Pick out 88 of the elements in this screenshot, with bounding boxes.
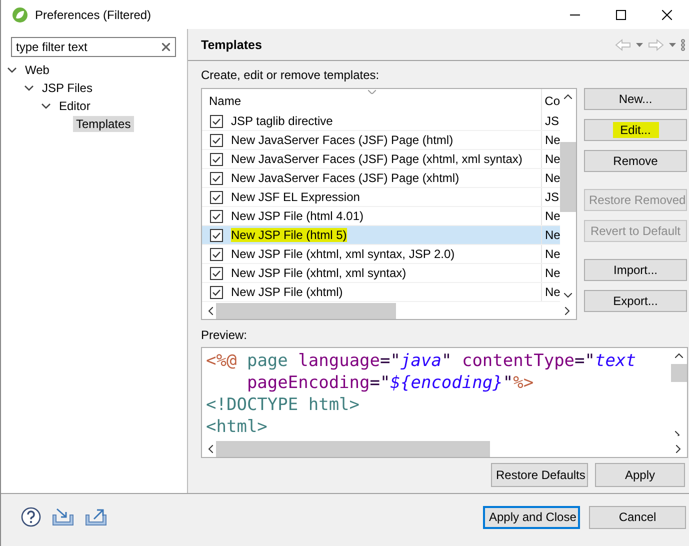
checkbox[interactable] xyxy=(210,210,223,222)
template-name: New JavaServer Faces (JSF) Page (html) xyxy=(231,133,454,147)
table-cell-text: Ne xyxy=(544,171,560,185)
chevron-icon[interactable] xyxy=(24,85,34,91)
scroll-left-icon[interactable] xyxy=(208,307,213,315)
checkbox[interactable] xyxy=(210,134,223,146)
scroll-up-icon[interactable] xyxy=(564,94,572,99)
filter-field[interactable]: type filter text xyxy=(11,37,176,57)
close-icon[interactable] xyxy=(662,10,672,20)
chevron-icon[interactable] xyxy=(41,103,51,109)
tree-item[interactable]: Templates xyxy=(73,116,134,132)
page-title: Templates xyxy=(201,38,262,52)
dropdown-icon[interactable] xyxy=(669,42,676,46)
scroll-thumb[interactable] xyxy=(216,303,396,319)
scroll-thumb[interactable] xyxy=(671,364,687,382)
table-cell-text: Ne xyxy=(544,266,560,280)
checkbox[interactable] xyxy=(210,286,223,298)
description-text: Create, edit or remove templates: xyxy=(201,68,380,84)
table-row[interactable]: New JavaServer Faces (JSF) Page (xhtml, xml syntax) Ne xyxy=(202,150,560,169)
chevron-icon[interactable] xyxy=(7,67,17,73)
template-name: New JSP File (xhtml, xml syntax) xyxy=(231,266,406,280)
scroll-down-icon[interactable] xyxy=(564,293,572,298)
help-icon[interactable] xyxy=(21,507,41,527)
template-name: New JSF EL Expression xyxy=(231,190,360,204)
dialog-button[interactable]: Cancel xyxy=(589,506,686,528)
table-row[interactable]: New JSP File (xhtml, xml syntax, JSP 2.0) Ne xyxy=(202,245,560,264)
table-cell-text: JS xyxy=(544,190,560,204)
side-button[interactable]: Edit... xyxy=(584,119,687,141)
column-header[interactable]: Name xyxy=(202,89,542,112)
table-row[interactable]: New JSP File (xhtml) Ne xyxy=(202,283,560,302)
export-icon[interactable] xyxy=(85,508,107,526)
page-button[interactable]: Apply xyxy=(595,463,685,487)
window-title: Preferences (Filtered) xyxy=(35,8,152,22)
code-line: <%@ page language="java" contentType="text xyxy=(206,350,637,372)
table-row[interactable]: JSP taglib directive JS xyxy=(202,112,560,131)
clear-icon[interactable] xyxy=(162,43,170,51)
scroll-thumb[interactable] xyxy=(560,142,576,212)
template-name: New JavaServer Faces (JSF) Page (xhtml, xml syntax) xyxy=(231,152,522,166)
template-name: New JavaServer Faces (JSF) Page (xhtml) xyxy=(231,171,460,185)
scroll-right-icon[interactable] xyxy=(676,445,681,453)
page-button[interactable]: Restore Defaults xyxy=(491,463,588,487)
template-name: New JSP File (xhtml, xml syntax, JSP 2.0) xyxy=(231,247,455,261)
table-cell-text: JS xyxy=(544,114,560,128)
checkbox[interactable] xyxy=(210,114,223,128)
tree-item[interactable]: JSP Files xyxy=(39,80,96,96)
scroll-right-icon[interactable] xyxy=(565,307,570,315)
dropdown-icon[interactable] xyxy=(636,42,643,46)
sort-caret-icon xyxy=(368,90,376,94)
table-row[interactable]: New JSF EL Expression JS xyxy=(202,188,560,207)
scroll-thumb[interactable] xyxy=(216,441,490,457)
checkbox[interactable] xyxy=(210,248,223,260)
side-button[interactable]: Remove xyxy=(584,150,687,172)
checkbox[interactable] xyxy=(210,266,223,280)
checkbox[interactable] xyxy=(210,228,223,242)
scroll-up-icon[interactable] xyxy=(675,353,683,358)
checkbox[interactable] xyxy=(210,190,223,204)
table-cell-text: Ne xyxy=(544,285,560,299)
code-line: pageEncoding="${encoding}"%> xyxy=(246,372,535,394)
table-cell-text: Ne xyxy=(544,152,560,166)
table-cell-text: Ne xyxy=(544,133,560,147)
tree-item[interactable]: Web xyxy=(22,62,52,78)
checkbox[interactable] xyxy=(210,152,223,166)
template-name: New JSP File (html 5) xyxy=(231,228,347,242)
scroll-left-icon[interactable] xyxy=(208,445,213,453)
maximize-icon[interactable] xyxy=(616,10,626,20)
dialog-button[interactable]: Apply and Close xyxy=(483,506,580,528)
table-row[interactable]: New JavaServer Faces (JSF) Page (xhtml) Ne xyxy=(202,169,560,188)
template-name: JSP taglib directive xyxy=(231,114,333,128)
import-icon[interactable] xyxy=(52,508,74,526)
checkbox[interactable] xyxy=(210,172,223,184)
column-header[interactable]: Co xyxy=(542,94,560,108)
side-button[interactable]: Import... xyxy=(584,259,687,281)
template-name: New JSP File (html 4.01) xyxy=(231,209,364,223)
table-row[interactable]: New JavaServer Faces (JSF) Page (html) Ne xyxy=(202,131,560,150)
template-name: New JSP File (xhtml) xyxy=(231,285,343,299)
table-cell-text: Ne xyxy=(544,228,560,242)
table-row[interactable]: New JSP File (xhtml, xml syntax) Ne xyxy=(202,264,560,283)
side-button[interactable]: New... xyxy=(584,88,687,110)
table-row[interactable]: New JSP File (html 5) Ne xyxy=(202,226,560,245)
side-button[interactable]: Export... xyxy=(584,290,687,312)
preview-label: Preview: xyxy=(201,328,248,344)
code-line: <html> xyxy=(206,416,268,438)
table-cell-text: Ne xyxy=(544,209,560,223)
tree-item[interactable]: Editor xyxy=(56,98,94,114)
table-cell-text: Ne xyxy=(544,247,560,261)
app-logo-icon xyxy=(12,6,28,22)
more-icon[interactable] xyxy=(681,38,685,50)
code-line: <!DOCTYPE html> xyxy=(206,394,361,416)
